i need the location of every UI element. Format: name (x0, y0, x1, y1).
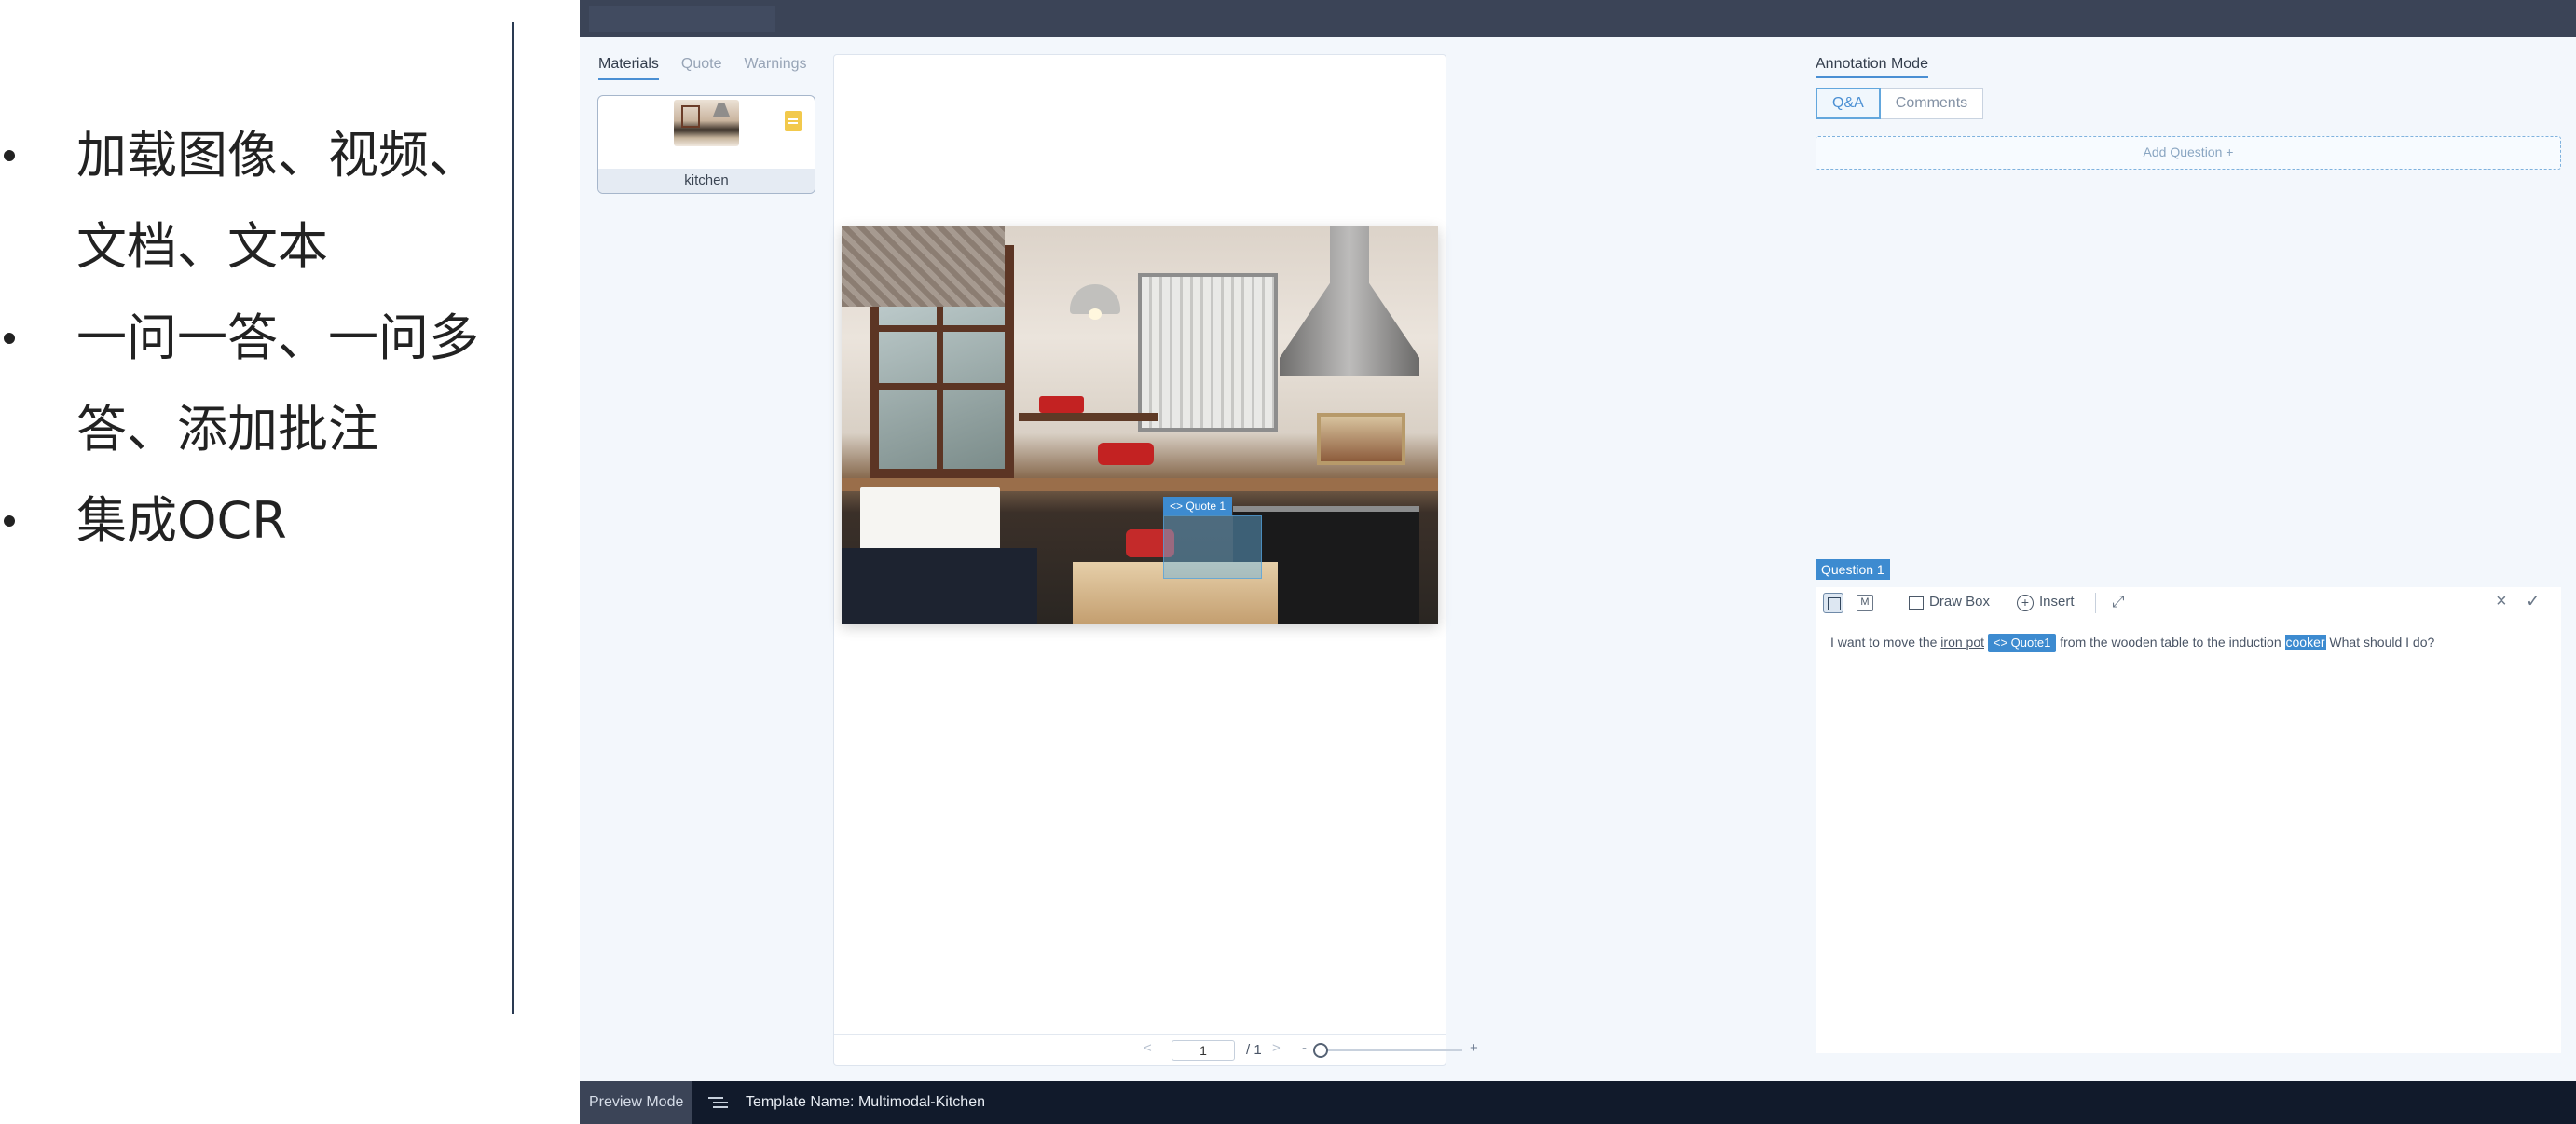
template-name: Template Name: Multimodal-Kitchen (746, 1094, 985, 1110)
photo-shelf (1019, 413, 1158, 421)
question-text-part: from the wooden table to the induction (2056, 635, 2285, 650)
preview-mode-button[interactable]: Preview Mode (580, 1081, 693, 1124)
photo-lamp (1070, 284, 1120, 320)
annotation-panel: Annotation Mode Q&A Comments Add Questio… (1816, 54, 2561, 1061)
photo-painting (1317, 413, 1405, 465)
confirm-icon[interactable]: ✓ (2526, 591, 2541, 612)
text-mode-icon[interactable] (1823, 593, 1843, 613)
insert-button[interactable]: Insert (2039, 594, 2075, 610)
annotation-mode-title: Annotation Mode (1816, 56, 1928, 78)
bullet-dot-icon (4, 333, 15, 344)
selected-text[interactable]: cooker (2284, 635, 2326, 650)
canvas-panel: <> Quote 1 < 1 / 1 > - + (833, 54, 1478, 1066)
zoom-out-button[interactable]: - (1302, 1040, 1307, 1056)
draw-box-icon[interactable] (1909, 596, 1924, 610)
slide-divider (512, 22, 514, 1014)
bullet-dot-icon (4, 515, 15, 527)
editor-toolbar: M Draw Box + Insert ⤢ × ✓ (1816, 587, 2561, 617)
photo-dish-rack (1138, 273, 1278, 432)
close-icon[interactable]: × (2496, 591, 2507, 612)
template-list-icon (708, 1095, 723, 1110)
mode-switch: Q&A Comments (1816, 88, 1984, 119)
zoom-slider-handle[interactable] (1313, 1043, 1328, 1058)
pager: < 1 / 1 > - + (834, 1034, 1478, 1065)
zoom-slider[interactable] (1319, 1049, 1462, 1051)
qa-mode-button[interactable]: Q&A (1816, 88, 1881, 119)
quote-chip[interactable]: <> Quote1 (1987, 634, 2057, 652)
bullet-text: 加载图像、视频、 (76, 126, 479, 185)
status-bar: Preview Mode Template Name: Multimodal-K… (580, 1081, 2576, 1124)
markdown-mode-button[interactable]: M (1857, 595, 1873, 611)
comments-mode-button[interactable]: Comments (1880, 88, 1984, 119)
next-page-button[interactable]: > (1272, 1040, 1281, 1056)
quote-tag[interactable]: <> Quote 1 (1163, 497, 1233, 515)
prev-page-button[interactable]: < (1144, 1040, 1152, 1056)
zoom-in-button[interactable]: + (1470, 1040, 1478, 1056)
bullet-continuation: 文档、文本 (0, 201, 522, 293)
toolbar-divider (2095, 593, 2096, 613)
bullet-item: 集成OCR (0, 475, 522, 567)
photo-range-hood (1280, 226, 1419, 376)
photo-red-plates (1039, 396, 1084, 413)
material-card-kitchen[interactable]: kitchen (597, 95, 815, 194)
bullet-dot-icon (4, 150, 15, 161)
bullet-text: 一问一答、一问多 (76, 308, 479, 367)
photo-sink (860, 487, 1000, 555)
photo-cabinet (842, 548, 1037, 624)
question-text[interactable]: I want to move the iron pot <> Quote1 fr… (1830, 632, 2557, 652)
annotation-app: Materials Quote Warnings kitchen <> Quot… (580, 0, 2576, 1124)
question-editor[interactable]: M Draw Box + Insert ⤢ × ✓ I want to move… (1816, 587, 2561, 1053)
bullet-text: 答、添加批注 (76, 400, 378, 459)
page-input[interactable]: 1 (1172, 1040, 1235, 1061)
feature-bullet-list: 加载图像、视频、 文档、文本 一问一答、一问多 答、添加批注 集成OCR (0, 110, 522, 567)
iron-pot-link[interactable]: iron pot (1940, 635, 1984, 650)
materials-tabs: Materials Quote Warnings (598, 56, 806, 80)
tab-quote[interactable]: Quote (681, 56, 722, 80)
add-question-button[interactable]: Add Question + (1816, 136, 2561, 170)
draw-box-button[interactable]: Draw Box (1929, 594, 1990, 610)
bullet-text: 集成OCR (76, 491, 287, 550)
slide-panel: 加载图像、视频、 文档、文本 一问一答、一问多 答、添加批注 集成OCR (0, 0, 580, 1124)
top-bar (580, 0, 2576, 37)
page-total: / 1 (1246, 1042, 1262, 1058)
bullet-text: 文档、文本 (76, 217, 328, 276)
insert-icon[interactable]: + (2017, 595, 2034, 611)
question-text-part: I want to move the (1830, 635, 1941, 650)
bullet-item: 加载图像、视频、 (0, 110, 522, 201)
question-label: Question 1 (1816, 559, 1890, 580)
kitchen-image[interactable]: <> Quote 1 (842, 226, 1438, 624)
photo-blind (842, 226, 1005, 307)
tab-warnings[interactable]: Warnings (745, 56, 807, 80)
tab-materials[interactable]: Materials (598, 56, 659, 80)
bullet-item: 一问一答、一问多 (0, 293, 522, 384)
photo-red-dish (1098, 443, 1154, 465)
question-text-part: What should I do? (2325, 635, 2435, 650)
expand-icon[interactable]: ⤢ (2112, 593, 2125, 611)
material-label: kitchen (598, 169, 815, 193)
quote-bounding-box[interactable] (1163, 515, 1262, 579)
materials-panel: Materials Quote Warnings kitchen (580, 37, 824, 1079)
app-logo (589, 6, 775, 32)
bullet-continuation: 答、添加批注 (0, 384, 522, 475)
kitchen-thumbnail (674, 100, 739, 146)
document-icon (785, 111, 802, 131)
